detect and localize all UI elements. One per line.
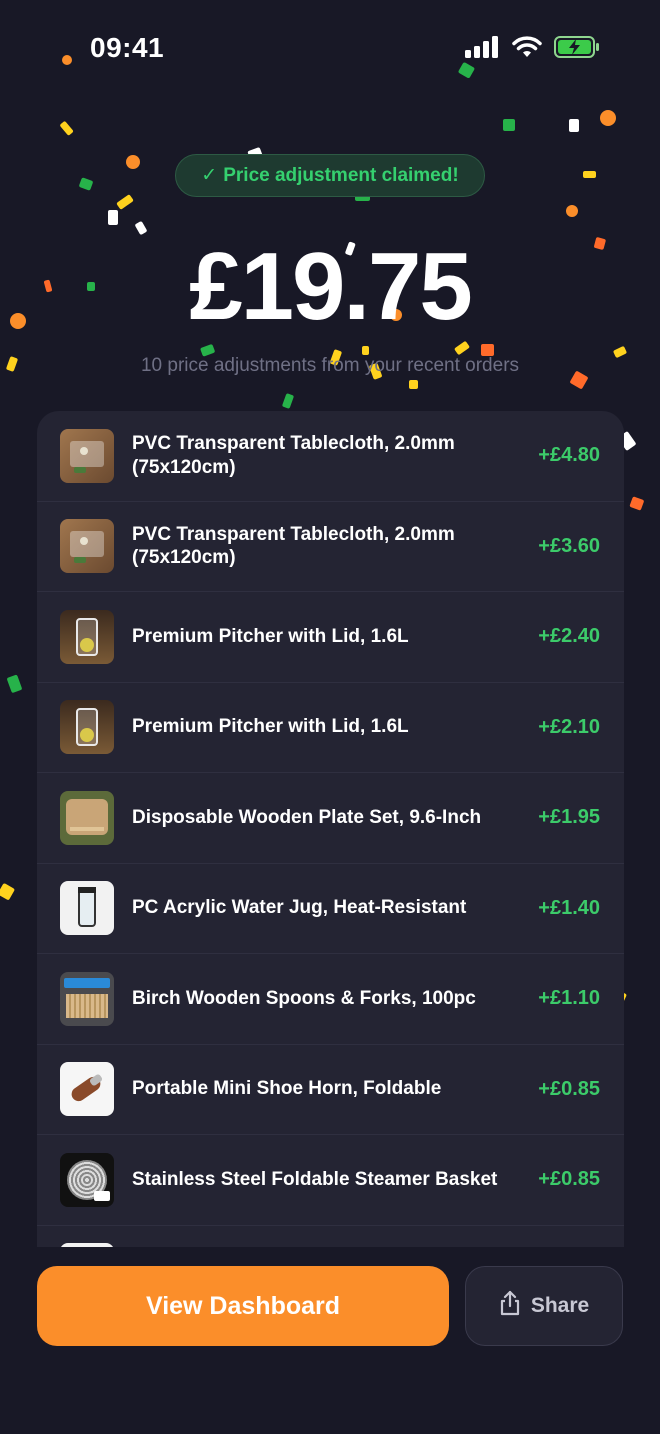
adjustment-amount: +£4.80 [538,444,600,467]
status-time: 09:41 [90,32,165,63]
signal-icon [464,36,500,63]
adjustment-amount: +£0.85 [538,1168,600,1191]
product-name: PC Acrylic Water Jug, Heat-Resistant [132,897,467,919]
adjustment-amount: +£2.40 [538,625,600,648]
adjustments-subtitle: 10 price adjustments from your recent or… [140,355,520,376]
product-name: PVC Transparent Tablecloth, 2.0mm (75x12… [132,433,455,478]
product-name: Premium Pitcher with Lid, 1.6L [132,625,409,647]
product-thumbnail [60,428,114,483]
total-amount: £19.75 [189,233,473,340]
status-icons [464,36,600,63]
adjustment-amount: +£1.40 [538,896,600,919]
adjustment-row[interactable]: Birch Wooden Spoons & Forks, 100pc +£1.10 [37,954,624,1045]
adjustment-row[interactable]: PVC Transparent Tablecloth, 2.0mm (75x12… [37,411,624,502]
adjustment-amount: +£2.10 [538,715,600,738]
share-icon [499,1290,521,1322]
adjustment-row-partial[interactable] [37,1226,624,1247]
product-thumbnail [60,971,114,1026]
adjustment-row[interactable]: PC Acrylic Water Jug, Heat-Resistant +£1.… [37,864,624,954]
product-thumbnail [60,1062,114,1117]
check-icon: ✓ [201,165,218,186]
adjustment-amount: +£1.95 [538,806,600,829]
share-button[interactable]: Share [465,1266,623,1346]
view-dashboard-button[interactable]: View Dashboard [37,1266,449,1346]
product-thumbnail [60,881,114,936]
adjustment-row[interactable]: Disposable Wooden Plate Set, 9.6-Inch +£1… [37,773,624,864]
adjustment-row[interactable]: PVC Transparent Tablecloth, 2.0mm (75x12… [37,502,624,592]
adjustment-amount: +£0.85 [538,1077,600,1100]
product-name: Portable Mini Shoe Horn, Foldable [132,1078,442,1100]
product-name: Premium Pitcher with Lid, 1.6L [132,716,409,738]
product-thumbnail [60,1243,114,1247]
product-thumbnail [60,700,114,755]
status-bar: 09:41 [0,0,660,100]
product-thumbnail [60,790,114,845]
product-name: PVC Transparent Tablecloth, 2.0mm (75x12… [132,523,455,569]
product-name: Disposable Wooden Plate Set, 9.6-Inch [132,806,482,828]
adjustment-amount: +£3.60 [538,534,600,557]
product-name: Stainless Steel Foldable Steamer Basket [132,1168,498,1190]
adjustment-row[interactable]: Premium Pitcher with Lid, 1.6L +£2.40 [37,592,624,683]
adjustments-list[interactable]: PVC Transparent Tablecloth, 2.0mm (75x12… [37,411,624,1247]
product-thumbnail [60,1152,114,1207]
adjustment-amount: +£1.10 [538,987,600,1010]
wifi-icon [512,36,542,63]
battery-charging-icon [554,36,600,63]
product-thumbnail [60,609,114,664]
share-button-label: Share [530,1294,590,1317]
adjustment-row[interactable]: Premium Pitcher with Lid, 1.6L +£2.10 [37,683,624,773]
claimed-badge-label: Price adjustment claimed! [223,164,459,186]
product-thumbnail [60,519,114,574]
claimed-badge: ✓ Price adjustment claimed! [175,154,485,197]
product-name: Birch Wooden Spoons & Forks, 100pc [132,987,476,1009]
adjustment-row[interactable]: Portable Mini Shoe Horn, Foldable +£0.85 [37,1045,624,1135]
adjustment-row[interactable]: Stainless Steel Foldable Steamer Basket +… [37,1135,624,1226]
